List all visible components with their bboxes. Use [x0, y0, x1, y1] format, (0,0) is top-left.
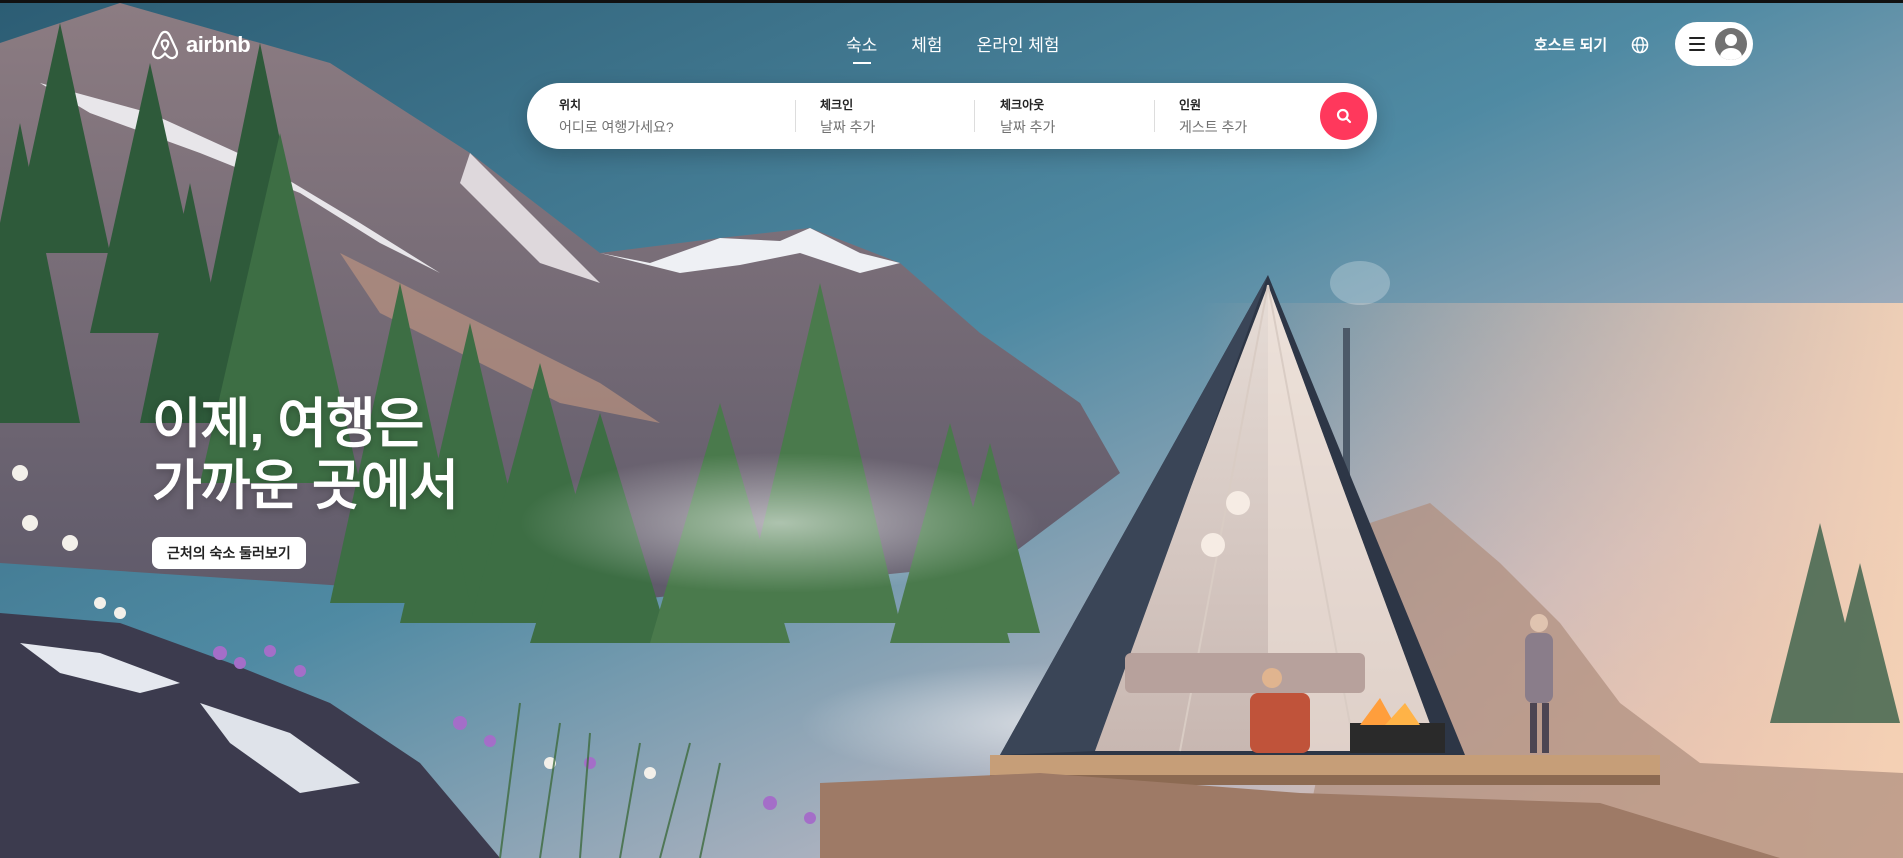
search-icon — [1336, 108, 1352, 124]
checkin-input[interactable]: 날짜 추가 — [820, 117, 970, 137]
search-button[interactable] — [1320, 92, 1368, 140]
field-divider — [1154, 100, 1155, 132]
field-divider — [795, 100, 796, 132]
guests-field[interactable]: 인원 게스트 추가 — [1179, 96, 1309, 137]
user-menu-button[interactable] — [1675, 22, 1753, 66]
main-nav: 숙소 체험 온라인 체험 — [846, 31, 1060, 64]
location-field[interactable]: 위치 어디로 여행가세요? — [559, 96, 779, 137]
checkout-label: 체크아웃 — [1000, 98, 1045, 112]
guests-label: 인원 — [1179, 98, 1202, 112]
logo-text: airbnb — [186, 32, 251, 57]
user-avatar-icon — [1715, 28, 1747, 60]
hamburger-icon — [1689, 37, 1705, 51]
top-navigation-bar: airbnb 숙소 체험 온라인 체험 호스트 되기 — [0, 3, 1903, 83]
tab-online-experiences[interactable]: 온라인 체험 — [977, 31, 1060, 64]
tab-experiences[interactable]: 체험 — [911, 31, 942, 64]
become-host-link[interactable]: 호스트 되기 — [1534, 34, 1607, 55]
location-input[interactable]: 어디로 여행가세요? — [559, 117, 779, 137]
globe-icon[interactable] — [1630, 35, 1650, 55]
checkout-field[interactable]: 체크아웃 날짜 추가 — [1000, 96, 1150, 137]
field-divider — [974, 100, 975, 132]
globe-icon-graphic — [1631, 36, 1649, 54]
airbnb-logo[interactable]: airbnb — [150, 29, 251, 61]
hero-heading-line-1: 이제, 여행은 — [152, 394, 424, 454]
checkin-label: 체크인 — [820, 98, 854, 112]
explore-nearby-button[interactable]: 근처의 숙소 둘러보기 — [152, 537, 306, 569]
airbnb-logo-icon — [151, 30, 179, 60]
hero-heading: 이제, 여행은 가까운 곳에서 — [152, 393, 459, 517]
search-bar: 위치 어디로 여행가세요? 체크인 날짜 추가 체크아웃 날짜 추가 인원 게스… — [527, 83, 1377, 149]
hero-heading-line-2: 가까운 곳에서 — [152, 456, 459, 516]
tab-stays[interactable]: 숙소 — [846, 31, 877, 64]
guests-input[interactable]: 게스트 추가 — [1179, 117, 1309, 137]
checkout-input[interactable]: 날짜 추가 — [1000, 117, 1150, 137]
checkin-field[interactable]: 체크인 날짜 추가 — [820, 96, 970, 137]
location-label: 위치 — [559, 98, 582, 112]
